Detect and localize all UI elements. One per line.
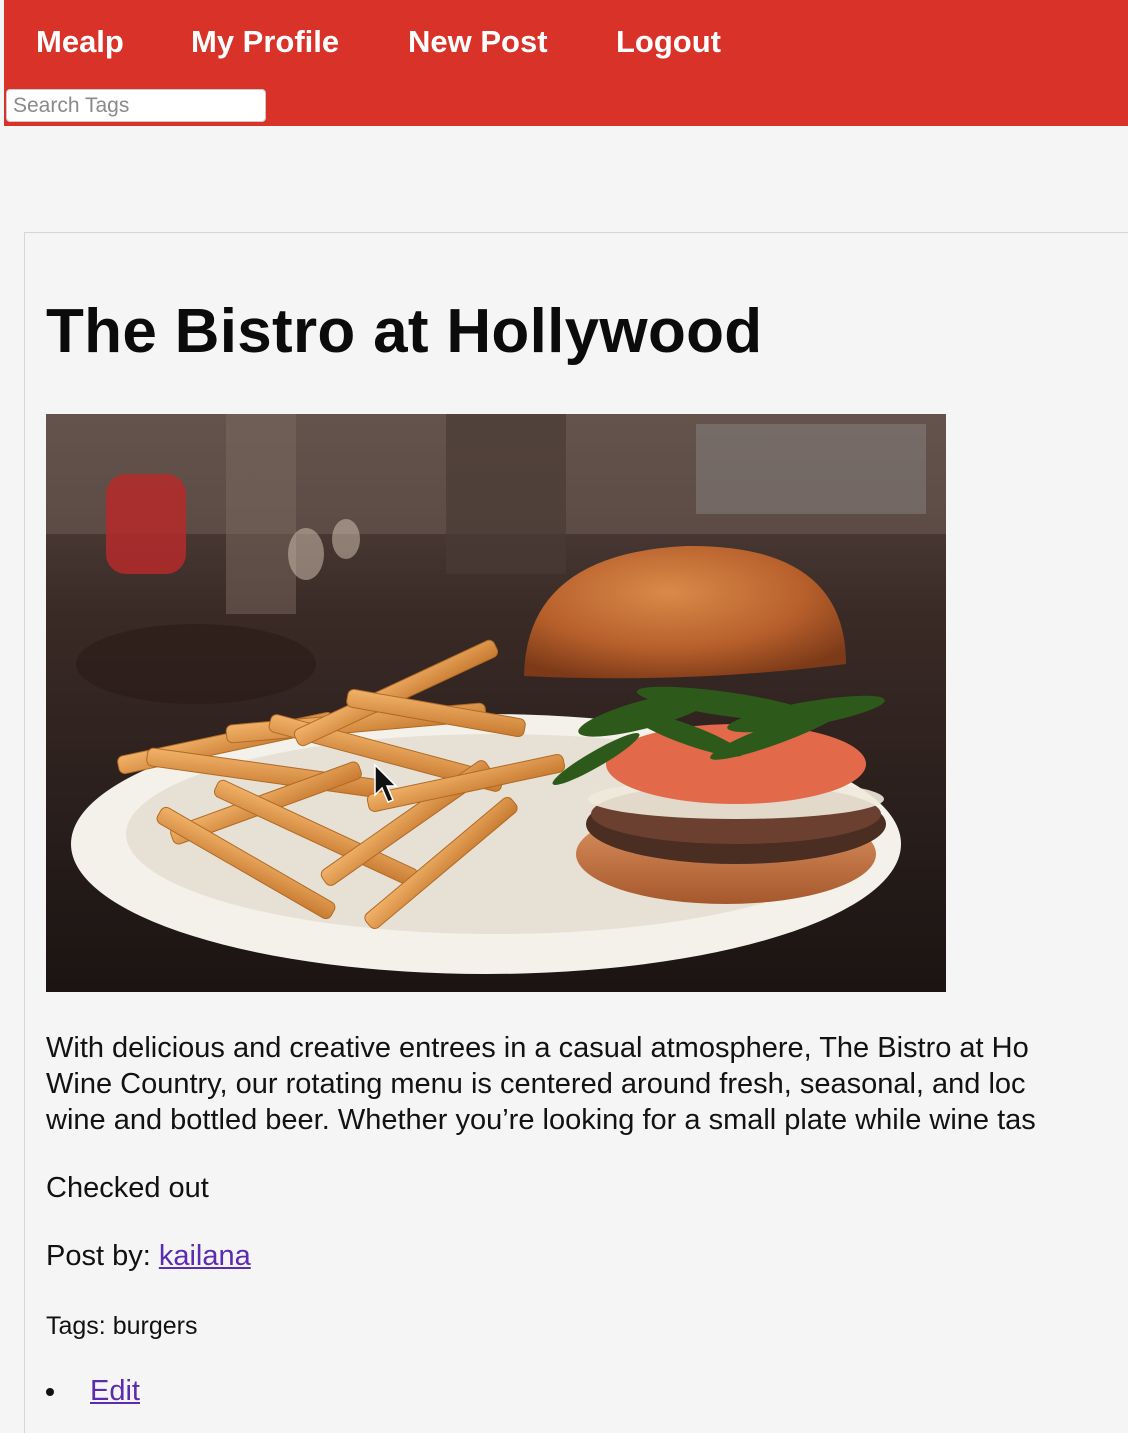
post-description-line: wine and bottled beer. Whether you’re lo…	[46, 1104, 1036, 1136]
post-title: The Bistro at Hollywood	[46, 297, 763, 366]
top-navbar: Mealp My Profile New Post Logout	[4, 0, 1128, 126]
tags-label: Tags:	[46, 1312, 113, 1340]
post-action-item: Edit	[46, 1373, 140, 1409]
post-description-line: Wine Country, our rotating menu is cente…	[46, 1068, 1026, 1100]
tags-value: burgers	[112, 1312, 198, 1340]
post-description: With delicious and creative entrees in a…	[46, 1030, 1128, 1138]
post-card: The Bistro at Hollywood With delicious a…	[24, 232, 1128, 1433]
nav-brand-link[interactable]: Mealp	[36, 20, 124, 64]
author-link[interactable]: kailana	[159, 1240, 251, 1272]
post-status: Checked out	[46, 1172, 209, 1204]
post-author-label: Post by:	[46, 1240, 159, 1272]
post-author: Post by: kailana	[46, 1238, 251, 1274]
burger-fries-photo	[46, 414, 946, 992]
post-actions-list: Edit	[46, 1373, 140, 1409]
nav-my-profile-link[interactable]: My Profile	[191, 20, 339, 64]
search-tags-input[interactable]	[6, 89, 266, 122]
nav-logout-link[interactable]: Logout	[616, 20, 721, 64]
nav-new-post-link[interactable]: New Post	[408, 20, 548, 64]
post-description-line: With delicious and creative entrees in a…	[46, 1032, 1029, 1064]
post-image	[46, 414, 946, 992]
edit-link[interactable]: Edit	[90, 1375, 140, 1407]
post-tags: Tags: burgers	[46, 1310, 197, 1342]
bullet-icon	[46, 1388, 54, 1396]
